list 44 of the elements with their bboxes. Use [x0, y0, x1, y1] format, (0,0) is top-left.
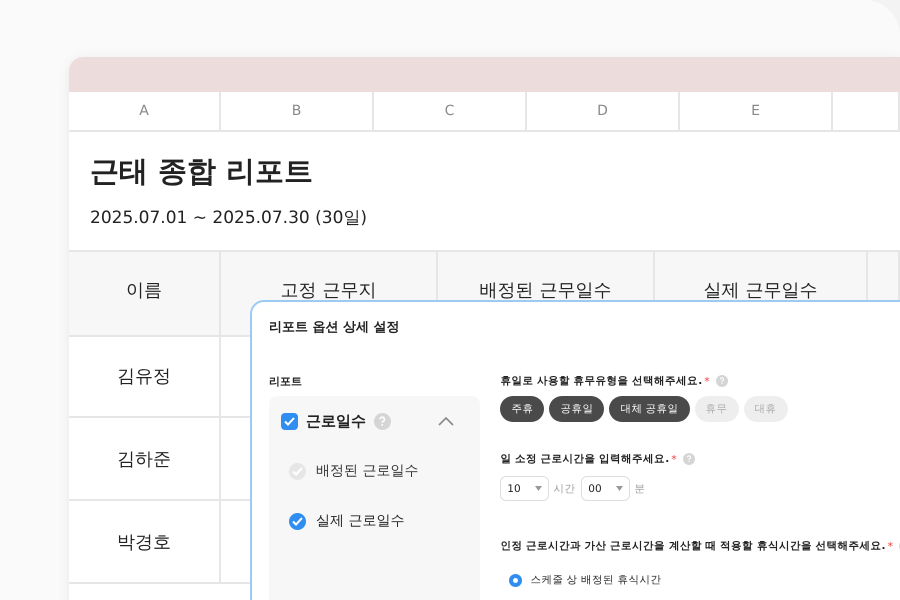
column-letter[interactable]: E: [680, 92, 833, 130]
checkbox[interactable]: [289, 512, 306, 530]
option-chip[interactable]: 대휴: [744, 396, 788, 422]
checkmark-icon: [292, 466, 303, 476]
option-label: 실제 근로일수: [316, 512, 404, 530]
question-label: 인정 근로시간과 가산 근로시간을 계산할 때 적용할 휴식시간을 선택해주세요.: [500, 539, 886, 553]
radio-button[interactable]: [509, 574, 522, 586]
question-label: 일 소정 근로시간을 입력해주세요.: [500, 452, 670, 466]
column-letter[interactable]: B: [221, 92, 374, 130]
required-mark: *: [704, 374, 710, 388]
help-icon: [716, 375, 728, 387]
option-chip[interactable]: 주휴: [500, 396, 544, 422]
radio-label: 스케줄 상 배정된 휴식시간: [530, 573, 662, 587]
column-letter[interactable]: C: [374, 92, 527, 130]
required-mark: *: [888, 540, 893, 552]
time-select[interactable]: 10: [500, 476, 550, 501]
option-chip[interactable]: 휴무: [694, 396, 739, 422]
table-cell: 김하준: [69, 418, 221, 501]
checkmark-icon: [284, 416, 295, 426]
option-chip[interactable]: 공휴일: [549, 396, 604, 422]
table-cell: 김유정: [69, 335, 221, 418]
section-label: 리포트: [269, 374, 303, 388]
report-period: 2025.07.01 ~ 2025.07.30 (30일): [90, 207, 368, 229]
group-label: 근로일수: [306, 412, 366, 430]
required-mark: *: [671, 452, 677, 466]
option-chip[interactable]: 대체 공휴일: [609, 396, 690, 422]
checkmark-icon: [292, 516, 303, 526]
report-title: 근태 종합 리포트: [90, 153, 314, 190]
option-label: 배정된 근로일수: [316, 462, 418, 480]
help-icon: [374, 412, 391, 430]
unit-label: 분: [634, 482, 646, 496]
unit-label: 시간: [553, 482, 576, 496]
column-letter[interactable]: A: [69, 92, 221, 130]
chevron-up-icon[interactable]: [438, 416, 454, 426]
question-label: 휴일로 사용할 휴무유형을 선택해주세요.: [500, 374, 702, 388]
table-header-cell: 이름: [69, 252, 221, 337]
checkbox[interactable]: [281, 412, 298, 430]
time-select[interactable]: 00: [581, 476, 630, 501]
dropdown-caret-icon: [616, 486, 624, 491]
column-letter[interactable]: D: [527, 92, 680, 130]
help-icon: [682, 453, 695, 465]
table-cell: 박경호: [69, 501, 221, 584]
dropdown-caret-icon: [535, 486, 542, 491]
dialog-title: 리포트 옵션 상세 설정: [269, 319, 401, 336]
